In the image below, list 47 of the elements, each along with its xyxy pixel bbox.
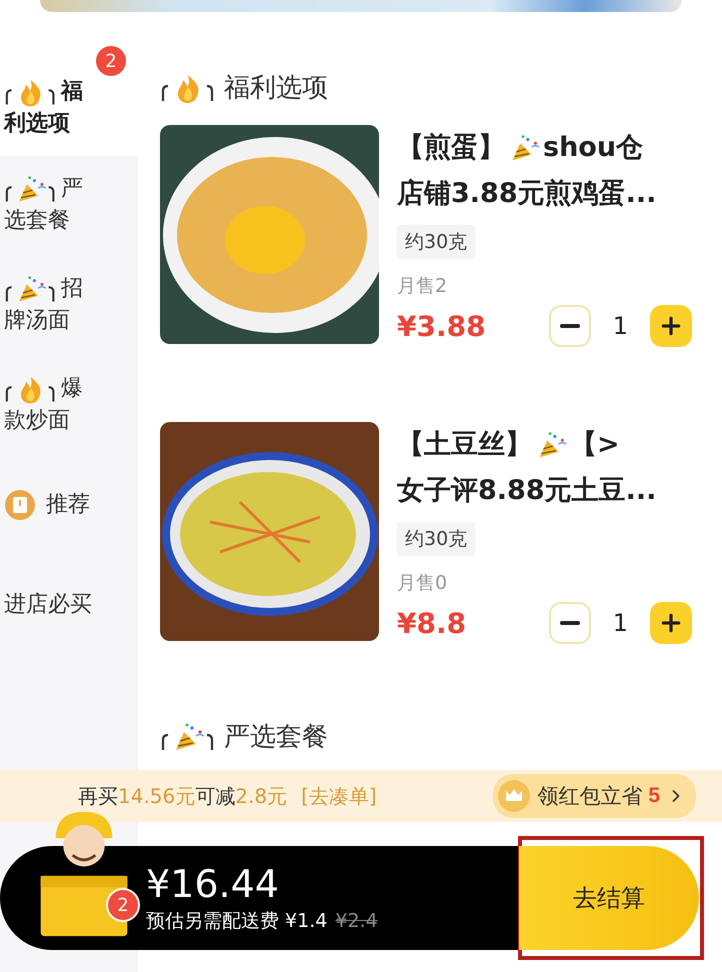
- promo-text: 可减: [195, 782, 236, 810]
- coupon-amount: 5: [648, 784, 660, 808]
- monthly-sales: 月售0: [397, 571, 448, 596]
- original-fee: ¥2.4: [335, 910, 378, 932]
- weight-tag: 约30克: [397, 522, 476, 556]
- category-label: 严: [61, 175, 84, 204]
- section-title: 福利选项: [224, 72, 328, 105]
- product-title: 【土豆丝】: [397, 428, 532, 462]
- category-label: 推荐: [46, 491, 90, 520]
- decrease-button[interactable]: [548, 602, 591, 644]
- promo-text: 2.8元: [235, 782, 288, 810]
- minus-icon: [560, 621, 580, 625]
- product-title: 店铺3.88元煎鸡蛋...: [397, 177, 656, 211]
- quantity: 1: [612, 312, 628, 340]
- category-label: 利选项: [4, 110, 70, 138]
- section-title: 严选套餐: [224, 721, 328, 754]
- promo-text: 再买: [78, 782, 118, 810]
- product-title: 【煎蛋】: [397, 131, 505, 165]
- decrease-button[interactable]: [548, 305, 591, 347]
- product-price: ¥3.88: [397, 310, 486, 342]
- increase-button[interactable]: [650, 305, 692, 347]
- coupon-button[interactable]: 领红包立省 5: [493, 774, 696, 818]
- delivery-fee: 预估另需配送费 ¥1.4: [146, 909, 328, 934]
- category-label: 招: [61, 275, 84, 304]
- product-price: ¥8.8: [397, 606, 466, 640]
- category-label: 福: [61, 78, 84, 106]
- promo-text: 14.56元: [118, 782, 196, 810]
- category-label: 选套餐: [4, 207, 70, 236]
- count-badge: 2: [96, 46, 126, 76]
- bookmark-icon: [4, 489, 36, 522]
- product-title: 女子评8.88元土豆...: [397, 474, 656, 508]
- product-title: 【>: [570, 428, 620, 462]
- crown-icon: [497, 779, 532, 813]
- cart-total: ¥16.44: [146, 862, 280, 906]
- weight-tag: 约30克: [397, 225, 476, 259]
- checkout-button[interactable]: 去结算: [519, 846, 699, 950]
- coupon-label: 领红包立省: [537, 784, 642, 810]
- category-label: 爆: [61, 375, 84, 404]
- category-label: 款炒面: [4, 407, 70, 436]
- quantity: 1: [612, 609, 628, 637]
- minus-icon: [560, 324, 580, 328]
- monthly-sales: 月售2: [397, 274, 448, 299]
- product-title: shou仓: [543, 131, 644, 165]
- increase-button[interactable]: [650, 602, 692, 644]
- category-label: 进店必买: [4, 591, 92, 620]
- category-label: 牌汤面: [4, 307, 70, 336]
- promo-text: [去凑单]: [301, 782, 377, 810]
